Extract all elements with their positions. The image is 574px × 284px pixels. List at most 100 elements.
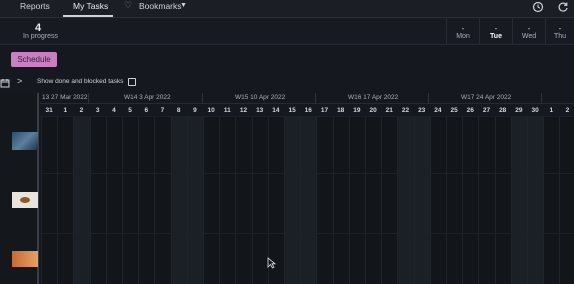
day-tuesday-label: Tue: [490, 33, 502, 40]
date-cell: 19: [353, 107, 361, 114]
date-cell: 11: [223, 107, 231, 114]
day-column[interactable]: [462, 116, 479, 284]
weekend-column[interactable]: [510, 116, 527, 284]
top-nav-bar: Reports My Tasks ♡ Bookmarks ▼: [0, 0, 574, 18]
date-cell: 16: [304, 107, 312, 114]
task-thumbnail-2[interactable]: [12, 192, 38, 208]
day-thursday-value: -: [558, 24, 562, 33]
date-cell: 26: [466, 107, 474, 114]
date-cell: 6: [144, 107, 149, 114]
day-thursday[interactable]: - Thu: [545, 18, 574, 45]
week-label-14: W14 3 Apr 2022: [124, 94, 171, 101]
day-column[interactable]: [154, 116, 171, 284]
day-column[interactable]: [316, 116, 333, 284]
date-cell: 29: [515, 107, 523, 114]
day-wednesday-label: Wed: [521, 33, 537, 40]
date-cell: 1: [549, 107, 554, 114]
task-thumbnail-1[interactable]: [12, 132, 38, 150]
day-wednesday[interactable]: - Wed: [512, 18, 545, 45]
day-column[interactable]: [381, 116, 398, 284]
day-column[interactable]: [365, 116, 382, 284]
day-column[interactable]: [89, 116, 106, 284]
day-monday-value: -: [461, 24, 465, 33]
day-column[interactable]: [122, 116, 139, 284]
week-separator: [88, 93, 89, 104]
day-column[interactable]: [235, 116, 252, 284]
refresh-icon[interactable]: [557, 1, 569, 13]
chevron-right-icon[interactable]: >: [17, 76, 22, 86]
date-cell: 14: [272, 107, 280, 114]
week-separator: [315, 93, 316, 104]
clock-icon[interactable]: [532, 1, 544, 13]
date-cell: 27: [482, 107, 491, 114]
task-thumbnail-column: [0, 93, 39, 284]
date-cell: 7: [160, 107, 165, 114]
day-column[interactable]: [348, 116, 365, 284]
date-cell: 5: [128, 107, 132, 114]
date-cell: 1: [63, 107, 68, 114]
weekend-column[interactable]: [527, 116, 544, 284]
day-column[interactable]: [478, 116, 495, 284]
date-cell: 18: [337, 107, 345, 114]
day-column[interactable]: [429, 116, 446, 284]
date-cell: 10: [207, 107, 215, 114]
week-separator: [541, 93, 542, 104]
show-done-label: Show done and blocked tasks: [37, 78, 124, 85]
day-column[interactable]: [57, 116, 74, 284]
date-cell: 15: [288, 107, 296, 114]
date-cell: 12: [239, 107, 248, 114]
mouse-cursor-icon: [267, 257, 276, 269]
date-cell: 8: [176, 107, 181, 114]
weekend-column[interactable]: [284, 116, 301, 284]
date-cell: 24: [434, 107, 442, 114]
date-header-row: 31 1 2 3 4 5 6 7 8 9 10 11 12 13 14 15 16 17 18 19 20 21 22 23 2…: [40, 105, 574, 116]
date-cell: 17: [320, 107, 329, 114]
tab-bookmarks[interactable]: Bookmarks: [139, 1, 182, 11]
week-label-17: W17 24 Apr 2022: [461, 94, 512, 101]
day-column[interactable]: [332, 116, 349, 284]
task-thumbnail-3[interactable]: [12, 251, 38, 267]
day-column[interactable]: [41, 116, 58, 284]
day-column[interactable]: [203, 116, 220, 284]
day-column[interactable]: [105, 116, 122, 284]
show-done-checkbox[interactable]: [128, 78, 136, 86]
date-cell: 2: [79, 107, 84, 114]
heart-icon: ♡: [124, 0, 133, 10]
weekend-column[interactable]: [170, 116, 187, 284]
day-wednesday-value: -: [527, 24, 531, 33]
week-header-row: 13 27 Mar 2022 W14 3 Apr 2022 W15 10 Apr…: [40, 93, 574, 104]
summary-header: 4 In progress - Mon - Tue - Wed - Thu: [0, 18, 574, 45]
day-tuesday[interactable]: - Tue: [479, 18, 512, 45]
day-column[interactable]: [219, 116, 236, 284]
date-cell: 22: [401, 107, 410, 114]
date-cell: 9: [193, 107, 197, 114]
weekend-column[interactable]: [413, 116, 430, 284]
weekend-column[interactable]: [397, 116, 414, 284]
grid-divider: [40, 233, 574, 234]
chevron-down-icon[interactable]: ▼: [180, 2, 187, 9]
week-label-13: 13 27 Mar 2022: [42, 94, 88, 101]
calendar-icon[interactable]: [0, 78, 10, 88]
schedule-button[interactable]: Schedule: [11, 52, 57, 67]
date-cell: 21: [385, 107, 393, 114]
date-cell: 28: [499, 107, 507, 114]
weekend-column[interactable]: [300, 116, 317, 284]
day-monday[interactable]: - Mon: [446, 18, 479, 45]
day-column[interactable]: [543, 116, 560, 284]
date-cell: 30: [531, 107, 539, 114]
weekend-column[interactable]: [73, 116, 90, 284]
day-tuesday-value: -: [494, 24, 498, 33]
date-cell: 13: [256, 107, 264, 114]
weekend-column[interactable]: [186, 116, 203, 284]
day-column[interactable]: [251, 116, 268, 284]
timeline-toolbar: > Show done and blocked tasks: [0, 76, 574, 90]
day-column[interactable]: [494, 116, 511, 284]
week-label-15: W15 10 Apr 2022: [235, 94, 286, 101]
date-cell: 2: [565, 107, 570, 114]
tab-my-tasks[interactable]: My Tasks: [73, 1, 108, 11]
day-column[interactable]: [138, 116, 155, 284]
day-column[interactable]: [446, 116, 463, 284]
tab-reports[interactable]: Reports: [20, 1, 50, 11]
day-column[interactable]: [559, 116, 574, 284]
active-tab-indicator: [63, 15, 113, 17]
